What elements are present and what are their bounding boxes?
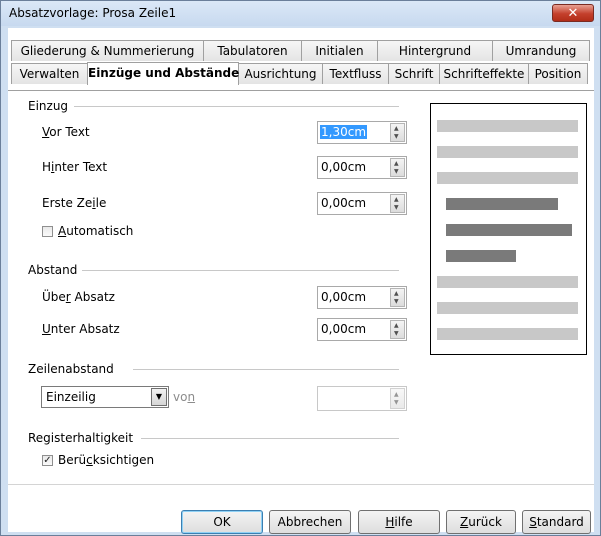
window-title: Absatzvorlage: Prosa Zeile1 bbox=[9, 6, 177, 20]
von-spinbox: ▲ ▼ bbox=[317, 386, 407, 411]
tab-textfluss[interactable]: Textfluss bbox=[322, 63, 389, 84]
section-register-heading: Registerhaltigkeit bbox=[28, 431, 134, 445]
spin-up-icon: ▲ bbox=[394, 160, 399, 167]
spin-up-icon: ▲ bbox=[394, 322, 399, 329]
close-button[interactable]: ✕ bbox=[552, 4, 594, 22]
hilfe-button[interactable]: Hilfe bbox=[358, 510, 440, 534]
abbrechen-button[interactable]: Abbrechen bbox=[269, 510, 351, 534]
hinter-text-value[interactable]: 0,00cm bbox=[320, 160, 367, 174]
spin-down-icon: ▼ bbox=[394, 399, 399, 406]
spin-up-icon: ▲ bbox=[394, 391, 399, 398]
chevron-down-icon[interactable]: ▼ bbox=[151, 388, 167, 406]
section-einzug-heading: Einzug bbox=[28, 99, 69, 113]
section-divider bbox=[133, 369, 399, 370]
erste-zeile-value[interactable]: 0,00cm bbox=[320, 196, 367, 210]
tab-initialen[interactable]: Initialen bbox=[301, 40, 378, 61]
zurueck-button[interactable]: Zurück bbox=[446, 510, 516, 534]
preview-line-active bbox=[446, 198, 558, 210]
spin-down-icon: ▼ bbox=[394, 133, 399, 140]
button-bar: OK Abbrechen Hilfe Zurück Standard bbox=[8, 484, 594, 534]
unter-absatz-value[interactable]: 0,00cm bbox=[320, 322, 367, 336]
section-divider bbox=[141, 438, 399, 439]
unter-absatz-spinbox[interactable]: 0,00cm ▲ ▼ bbox=[317, 318, 407, 341]
spin-down-icon: ▼ bbox=[394, 330, 399, 337]
preview-line-active bbox=[446, 250, 516, 262]
standard-button[interactable]: Standard bbox=[522, 510, 591, 534]
preview-line bbox=[437, 328, 578, 340]
beruecksichtigen-label: Berücksichtigen bbox=[58, 453, 155, 467]
tab-verwalten[interactable]: Verwalten bbox=[11, 63, 88, 84]
dialog-window: Absatzvorlage: Prosa Zeile1 ✕ Gliederung… bbox=[0, 0, 601, 536]
erste-zeile-label: Erste Zeile bbox=[42, 196, 107, 210]
spin-up-icon: ▲ bbox=[394, 196, 399, 203]
beruecksichtigen-checkbox[interactable]: ✓ bbox=[42, 455, 53, 466]
unter-absatz-spin-buttons[interactable]: ▲ ▼ bbox=[390, 320, 405, 339]
zeilenabstand-value: Einzeilig bbox=[46, 390, 96, 404]
ueber-absatz-spin-buttons[interactable]: ▲ ▼ bbox=[390, 288, 405, 307]
hinter-text-spin-buttons[interactable]: ▲ ▼ bbox=[390, 158, 405, 177]
vor-text-spinbox[interactable]: 1,30cm ▲ ▼ bbox=[317, 121, 407, 144]
section-zeilenabstand-heading: Zeilenabstand bbox=[28, 362, 114, 376]
erste-zeile-spin-buttons[interactable]: ▲ ▼ bbox=[390, 194, 405, 213]
tab-einzuege-abstaende[interactable]: Einzüge und Abstände bbox=[87, 62, 239, 85]
section-abstand-heading: Abstand bbox=[28, 263, 78, 277]
ok-button[interactable]: OK bbox=[181, 510, 263, 534]
preview-line-active bbox=[446, 224, 572, 236]
erste-zeile-spinbox[interactable]: 0,00cm ▲ ▼ bbox=[317, 192, 407, 215]
tab-schrifteffekte[interactable]: Schrifteffekte bbox=[439, 63, 529, 84]
preview-line bbox=[437, 146, 578, 158]
automatisch-checkbox[interactable] bbox=[42, 226, 53, 237]
zeilenabstand-select[interactable]: Einzeilig ▼ bbox=[41, 386, 169, 408]
hinter-text-spinbox[interactable]: 0,00cm ▲ ▼ bbox=[317, 156, 407, 179]
preview-line bbox=[437, 172, 578, 184]
tab-hintergrund[interactable]: Hintergrund bbox=[377, 40, 493, 61]
automatisch-label: Automatisch bbox=[58, 224, 134, 238]
check-icon: ✓ bbox=[43, 455, 52, 466]
vor-text-label: Vor Text bbox=[42, 125, 90, 139]
tab-umrandung[interactable]: Umrandung bbox=[492, 40, 590, 61]
hinter-text-label: Hinter Text bbox=[42, 160, 108, 174]
tab-panel: Einzug Vor Text 1,30cm ▲ ▼ Hinter Text 0,… bbox=[8, 90, 594, 485]
ueber-absatz-value[interactable]: 0,00cm bbox=[320, 290, 367, 304]
section-divider bbox=[82, 270, 399, 271]
vor-text-spin-buttons[interactable]: ▲ ▼ bbox=[390, 123, 405, 142]
ueber-absatz-label: Über Absatz bbox=[42, 290, 115, 304]
tab-ausrichtung[interactable]: Ausrichtung bbox=[238, 63, 323, 84]
tab-gliederung-nummerierung[interactable]: Gliederung & Nummerierung bbox=[11, 40, 204, 61]
vor-text-value[interactable]: 1,30cm bbox=[320, 125, 368, 139]
tab-position[interactable]: Position bbox=[528, 63, 588, 84]
spin-up-icon: ▲ bbox=[394, 125, 399, 132]
ueber-absatz-spinbox[interactable]: 0,00cm ▲ ▼ bbox=[317, 286, 407, 309]
von-spin-buttons: ▲ ▼ bbox=[390, 388, 405, 409]
unter-absatz-label: Unter Absatz bbox=[42, 322, 120, 336]
tab-tabulatoren[interactable]: Tabulatoren bbox=[203, 40, 302, 61]
close-icon: ✕ bbox=[567, 6, 579, 21]
title-bar[interactable]: Absatzvorlage: Prosa Zeile1 ✕ bbox=[1, 1, 600, 26]
spin-down-icon: ▼ bbox=[394, 168, 399, 175]
spin-down-icon: ▼ bbox=[394, 204, 399, 211]
dialog-client: Gliederung & Nummerierung Tabulatoren In… bbox=[8, 28, 594, 534]
tab-row-top: Gliederung & Nummerierung Tabulatoren In… bbox=[11, 40, 590, 61]
section-divider bbox=[74, 106, 399, 107]
tab-schrift[interactable]: Schrift bbox=[388, 63, 440, 84]
spin-down-icon: ▼ bbox=[394, 298, 399, 305]
von-label: von bbox=[173, 390, 196, 404]
spin-up-icon: ▲ bbox=[394, 290, 399, 297]
preview-line bbox=[437, 120, 578, 132]
preview-line bbox=[437, 276, 578, 288]
preview-line bbox=[437, 302, 578, 314]
tab-row-bottom: Verwalten Einzüge und Abstände Ausrichtu… bbox=[11, 62, 588, 85]
paragraph-preview bbox=[430, 103, 587, 355]
